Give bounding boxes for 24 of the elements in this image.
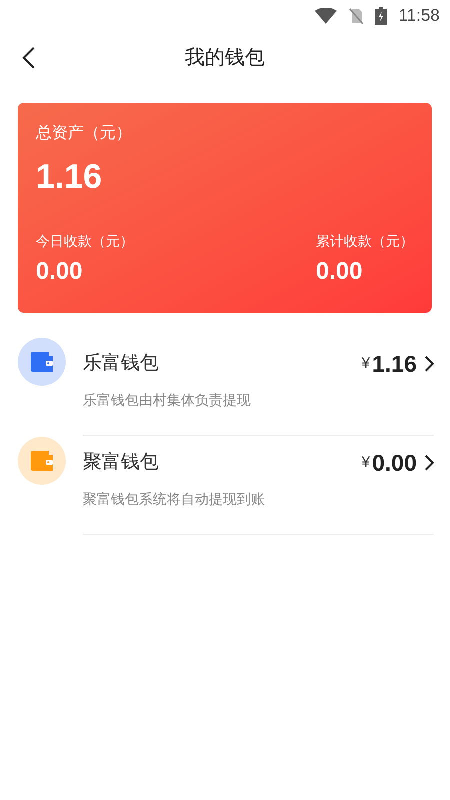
stat-value: 0.00 (36, 257, 84, 287)
chevron-right-icon (425, 455, 434, 472)
wallet-amount: 0.00 (372, 449, 417, 478)
battery-charging-icon (374, 7, 387, 25)
page-title: 我的钱包 (185, 46, 265, 71)
total-label: 总资产（元） (36, 124, 133, 144)
stat-value: 0.00 (316, 257, 364, 287)
wallet-row[interactable]: 聚富钱包 ¥0.00 聚富钱包系统将自动提现到账 (0, 436, 450, 535)
chevron-left-icon (22, 46, 36, 70)
stat-label: 今日收款（元） (36, 232, 134, 251)
wallet-name: 聚富钱包 (83, 451, 160, 475)
wallet-note: 乐富钱包由村集体负责提现 (83, 390, 252, 410)
status-time: 11:58 (398, 5, 440, 28)
currency-symbol: ¥ (362, 453, 370, 473)
wallet-note: 聚富钱包系统将自动提现到账 (83, 490, 266, 508)
stat-label: 累计收款（元） (316, 232, 414, 251)
wallet-name: 乐富钱包 (83, 352, 160, 376)
currency-symbol: ¥ (362, 354, 370, 374)
no-sim-icon (348, 8, 363, 24)
wallet-row[interactable]: 乐富钱包 ¥1.16 乐富钱包由村集体负责提现 (0, 337, 450, 436)
wifi-icon (314, 8, 337, 24)
wallet-amount: 1.16 (372, 350, 417, 379)
total-amount: 1.16 (36, 157, 104, 197)
chevron-right-icon (425, 356, 434, 372)
